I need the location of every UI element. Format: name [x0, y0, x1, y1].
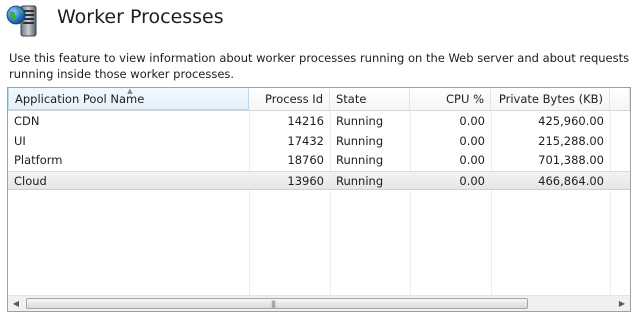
scrollbar-thumb[interactable]: ||| — [26, 298, 528, 309]
grid-header: ▲ Application Pool Name Process Id State… — [8, 88, 630, 111]
worker-processes-icon — [6, 4, 42, 38]
table-row[interactable]: Platform 18760 Running 0.00 701,388.00 — [8, 151, 630, 171]
cell-private-bytes: 701,388.00 — [538, 153, 604, 167]
page-title: Worker Processes — [57, 6, 224, 28]
column-header-filler — [610, 88, 630, 110]
column-header-application-pool-name[interactable]: ▲ Application Pool Name — [8, 88, 249, 110]
column-header-state[interactable]: State — [330, 88, 410, 110]
column-header-label: Application Pool Name — [15, 92, 145, 106]
feature-description: Use this feature to view information abo… — [9, 51, 630, 81]
cell-application-pool-name: Platform — [14, 153, 63, 167]
worker-processes-grid[interactable]: ▲ Application Pool Name Process Id State… — [7, 87, 631, 312]
cell-process-id: 13960 — [287, 173, 324, 188]
column-header-process-id[interactable]: Process Id — [249, 88, 330, 110]
table-row[interactable]: CDN 14216 Running 0.00 425,960.00 — [8, 112, 630, 132]
cell-private-bytes: 425,960.00 — [538, 114, 604, 128]
grip-icon: ||| — [271, 300, 276, 308]
cell-cpu: 0.00 — [459, 133, 485, 148]
cell-application-pool-name: UI — [14, 133, 26, 148]
cell-cpu: 0.00 — [459, 153, 485, 167]
cell-application-pool-name: Cloud — [14, 173, 47, 188]
cell-cpu: 0.00 — [459, 114, 485, 128]
cell-application-pool-name: CDN — [14, 114, 40, 128]
cell-cpu: 0.00 — [459, 173, 485, 188]
column-header-private-bytes[interactable]: Private Bytes (KB) — [491, 88, 610, 110]
cell-process-id: 17432 — [287, 133, 324, 148]
table-row-selected[interactable]: Cloud 13960 Running 0.00 466,864.00 — [8, 170, 630, 190]
cell-private-bytes: 215,288.00 — [538, 133, 604, 148]
cell-state: Running — [336, 114, 384, 128]
cell-private-bytes: 466,864.00 — [538, 173, 604, 188]
cell-state: Running — [336, 133, 384, 148]
horizontal-scrollbar[interactable]: ◀ ||| ▶ — [8, 295, 630, 311]
cell-process-id: 18760 — [287, 153, 324, 167]
grid-rows: CDN 14216 Running 0.00 425,960.00 UI 174… — [8, 112, 630, 190]
cell-process-id: 14216 — [287, 114, 324, 128]
scroll-right-arrow-icon[interactable]: ▶ — [614, 296, 630, 311]
page-header: Worker Processes — [0, 0, 635, 40]
column-header-cpu[interactable]: CPU % — [410, 88, 491, 110]
sort-ascending-icon: ▲ — [127, 87, 133, 95]
scroll-left-arrow-icon[interactable]: ◀ — [8, 296, 24, 311]
table-row[interactable]: UI 17432 Running 0.00 215,288.00 — [8, 132, 630, 152]
cell-state: Running — [336, 153, 384, 167]
cell-state: Running — [336, 173, 384, 188]
